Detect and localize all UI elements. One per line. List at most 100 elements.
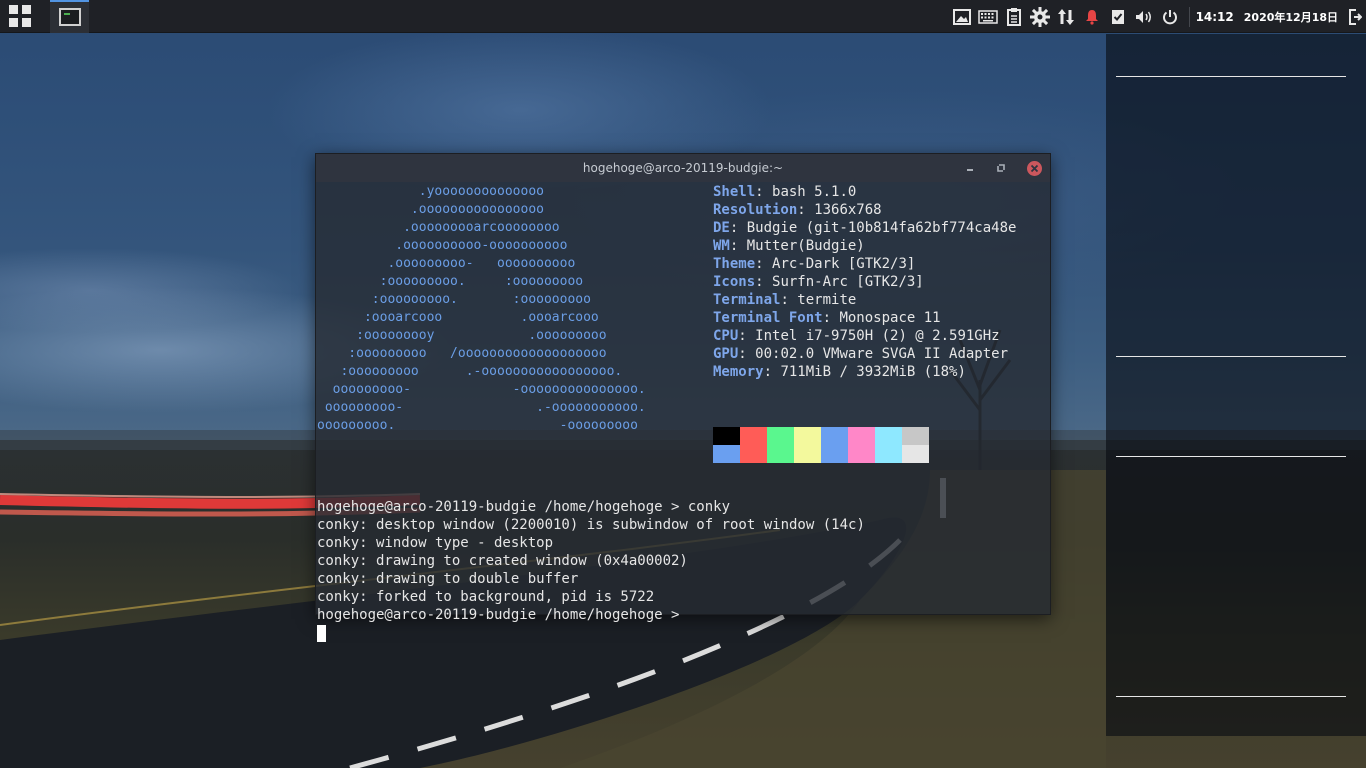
info-value: Mutter(Budgie) xyxy=(746,238,865,254)
volume-icon[interactable] xyxy=(1131,0,1157,33)
info-key: GPU xyxy=(713,346,739,362)
info-key: Terminal xyxy=(713,292,781,308)
palette-row-top xyxy=(713,427,929,445)
color-swatch xyxy=(875,427,902,445)
power-icon[interactable] xyxy=(1157,0,1183,33)
gear-icon[interactable] xyxy=(1027,0,1053,33)
output-line: conky: forked to background, pid is 5722 xyxy=(317,589,655,605)
output-line: conky: drawing to double buffer xyxy=(317,571,579,587)
app-menu-button[interactable] xyxy=(0,0,40,33)
output-line: hogehoge@arco-20119-budgie /home/hogehog… xyxy=(317,499,731,515)
neofetch-logo: .yoooooooooooooo .oooooooooooooooo .oooo… xyxy=(317,183,646,435)
ascii-line: :ooooooooo. :ooooooooo xyxy=(317,274,584,289)
ascii-line: .yoooooooooooooo xyxy=(317,184,544,199)
info-value: Surfn-Arc [GTK2/3] xyxy=(772,274,924,290)
ascii-line: .ooooooooo- oooooooooo xyxy=(317,256,576,271)
info-row: Terminal Font: Monospace 11 xyxy=(713,310,941,326)
info-row: GPU: 00:02.0 VMware SVGA II Adapter xyxy=(713,346,1009,362)
info-value: Monospace 11 xyxy=(839,310,941,326)
ascii-line: :oooarcooo .oooarcooo xyxy=(317,310,599,325)
info-value: termite xyxy=(797,292,857,308)
window-title: hogehoge@arco-20119-budgie:~ xyxy=(582,161,784,175)
logout-icon[interactable] xyxy=(1344,0,1366,33)
conky-panel xyxy=(1106,34,1366,736)
taskbar-terminal-button[interactable] xyxy=(50,0,89,33)
keyboard-icon[interactable] xyxy=(975,0,1001,33)
color-swatch xyxy=(794,445,821,463)
window-titlebar[interactable]: hogehoge@arco-20119-budgie:~ xyxy=(316,154,1050,182)
maximize-icon xyxy=(997,164,1005,172)
info-row: WM: Mutter(Budgie) xyxy=(713,238,865,254)
info-row: Theme: Arc-Dark [GTK2/3] xyxy=(713,256,916,272)
terminal-window[interactable]: hogehoge@arco-20119-budgie:~ .yooooooooo… xyxy=(315,153,1051,642)
color-swatch xyxy=(767,445,794,463)
info-row: Resolution: 1366x768 xyxy=(713,202,882,218)
info-key: CPU xyxy=(713,328,739,344)
close-icon xyxy=(1026,160,1042,176)
info-key: WM xyxy=(713,238,730,254)
color-swatch xyxy=(902,427,929,445)
ascii-line: ooooooooo- .-ooooooooooo. xyxy=(317,400,646,415)
output-line: hogehoge@arco-20119-budgie /home/hogehog… xyxy=(317,607,680,623)
color-swatch xyxy=(821,445,848,463)
color-swatch xyxy=(902,445,929,463)
info-row: Icons: Surfn-Arc [GTK2/3] xyxy=(713,274,924,290)
info-value: Arc-Dark [GTK2/3] xyxy=(772,256,916,272)
info-key: Resolution xyxy=(713,202,798,218)
conky-divider xyxy=(1116,76,1346,77)
conky-divider xyxy=(1116,696,1346,697)
network-arrows-icon[interactable] xyxy=(1053,0,1079,33)
output-line: conky: window type - desktop xyxy=(317,535,554,551)
ascii-line: .ooooooooarcoooooooo xyxy=(317,220,560,235)
color-swatch xyxy=(740,445,767,463)
output-line: conky: drawing to created window (0x4a00… xyxy=(317,553,688,569)
checkbox-icon[interactable] xyxy=(1105,0,1131,33)
neofetch-info: Shell: bash 5.1.0 Resolution: 1366x768 DE:… xyxy=(713,183,1016,381)
info-value: Budgie (git-10b814fa62bf774ca48e xyxy=(746,220,1017,236)
color-swatch xyxy=(794,427,821,445)
info-row: Shell: bash 5.1.0 xyxy=(713,184,857,200)
info-row: CPU: Intel i7-9750H (2) @ 2.591GHz xyxy=(713,328,1000,344)
ascii-line: .oooooooooo-oooooooooo xyxy=(317,238,568,253)
close-button[interactable] xyxy=(1026,160,1042,176)
ascii-line: :ooooooooo .-ooooooooooooooooo. xyxy=(317,364,623,379)
terminal-content[interactable]: .yoooooooooooooo .oooooooooooooooo .oooo… xyxy=(316,182,1050,642)
maximize-button[interactable] xyxy=(993,160,1009,176)
clock[interactable]: 14:12 xyxy=(1196,10,1234,24)
ascii-line: :ooooooooy .ooooooooo xyxy=(317,328,607,343)
info-key: Icons xyxy=(713,274,756,290)
date[interactable]: 2020年12月18日 xyxy=(1244,9,1338,25)
color-swatch xyxy=(848,427,875,445)
clipboard-icon[interactable] xyxy=(1001,0,1027,33)
info-key: DE xyxy=(713,220,730,236)
ascii-line: :ooooooooo. :ooooooooo xyxy=(317,292,591,307)
conky-divider xyxy=(1116,456,1346,457)
info-row: Memory: 711MiB / 3932MiB (18%) xyxy=(713,364,966,380)
color-swatch xyxy=(713,445,740,463)
command-output: hogehoge@arco-20119-budgie /home/hogehog… xyxy=(317,498,865,624)
color-swatch xyxy=(713,427,740,445)
ascii-line: :ooooooooo /ooooooooooooooooooo xyxy=(317,346,607,361)
tray-separator xyxy=(1188,6,1190,27)
info-value: 00:02.0 VMware SVGA II Adapter xyxy=(755,346,1009,362)
info-key: Theme xyxy=(713,256,756,272)
output-line: conky: desktop window (2200010) is subwi… xyxy=(317,517,865,533)
info-row: DE: Budgie (git-10b814fa62bf774ca48e xyxy=(713,220,1017,236)
bell-icon[interactable] xyxy=(1079,0,1105,33)
info-value: 711MiB / 3932MiB (18%) xyxy=(780,364,966,380)
conky-divider xyxy=(1116,356,1346,357)
minimize-icon xyxy=(967,169,973,171)
text-cursor xyxy=(317,625,326,642)
app-grid-icon xyxy=(9,5,31,27)
info-value: 1366x768 xyxy=(814,202,882,218)
ascii-line: ooooooooo. -ooooooooo xyxy=(317,418,638,433)
image-viewer-icon[interactable] xyxy=(949,0,975,33)
color-palette xyxy=(713,427,929,463)
terminal-icon xyxy=(58,8,81,26)
color-swatch xyxy=(740,427,767,445)
info-key: Memory xyxy=(713,364,764,380)
minimize-button[interactable] xyxy=(962,160,978,176)
info-value: Intel i7-9750H (2) @ 2.591GHz xyxy=(755,328,1000,344)
ascii-line: ooooooooo- -ooooooooooooooo. xyxy=(317,382,646,397)
color-swatch xyxy=(821,427,848,445)
